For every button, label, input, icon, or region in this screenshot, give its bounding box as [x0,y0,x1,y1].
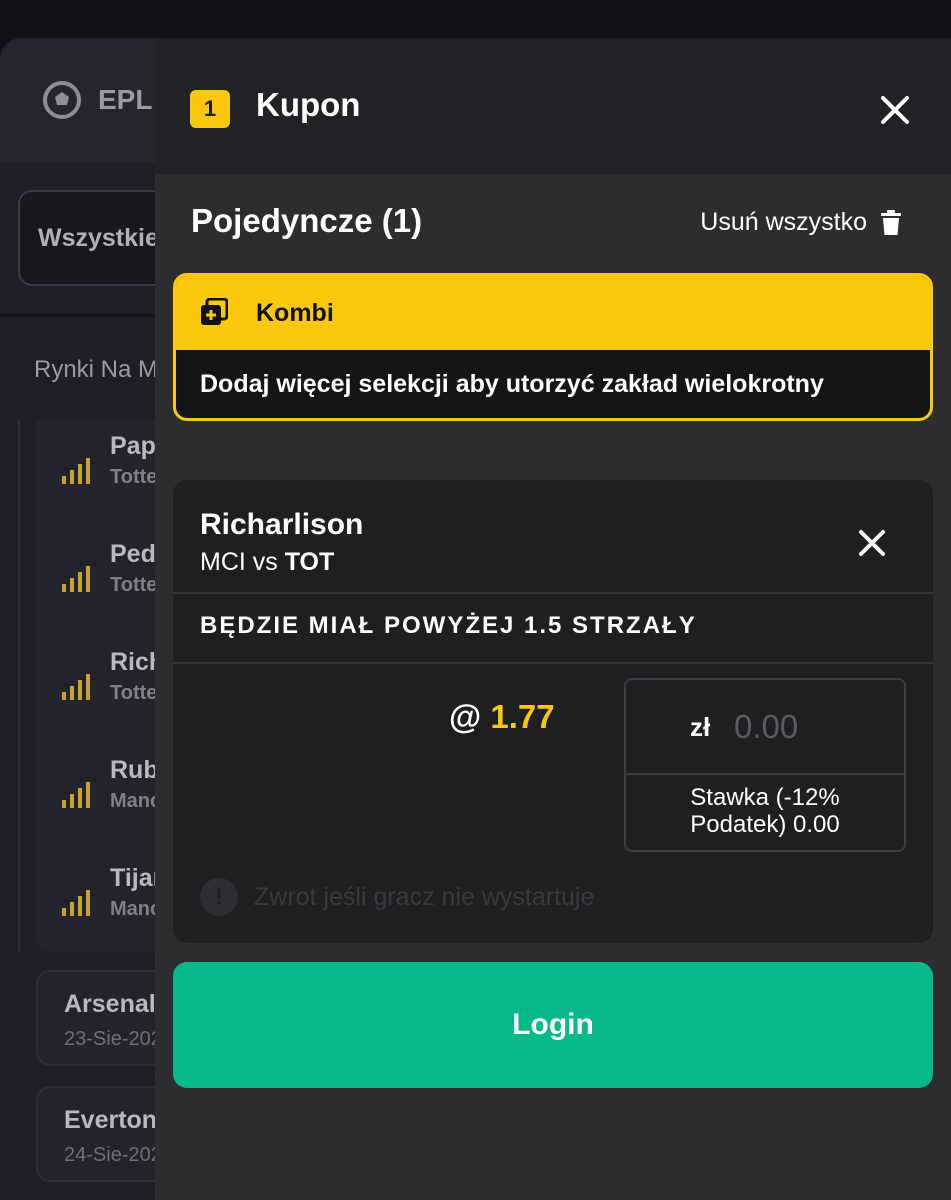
odds-value: 1.77 [490,698,555,735]
refund-option[interactable]: ! Zwrot jeśli gracz nie wystartuje [200,878,594,916]
selection-match: MCI vs TOT [200,548,334,577]
singles-title: Pojedyncze (1) [191,202,423,239]
away-team: TOT [284,548,335,576]
market-name: BĘDZIE MIAŁ POWYŻEJ 1.5 STRZAŁY [200,612,697,639]
match-name: Everton [64,1106,158,1134]
signal-bars-icon [62,890,90,916]
stake-tax-info: Stawka (-12% Podatek) 0.00 [626,784,904,838]
info-icon: ! [200,878,238,916]
remove-selection-icon[interactable] [851,522,893,564]
stake-input[interactable] [732,700,892,754]
bet-slip-header: 1 Kupon [155,38,951,174]
selection-card: Richarlison MCI vs TOT BĘDZIE MIAŁ POWYŻ… [173,480,933,943]
close-icon[interactable] [873,88,917,132]
divider [173,592,933,594]
stake-box: zł Stawka (-12% Podatek) 0.00 [624,678,906,852]
signal-bars-icon [62,458,90,484]
vs-label: vs [252,548,278,576]
refund-text: Zwrot jeśli gracz nie wystartuje [254,882,595,911]
signal-bars-icon [62,782,90,808]
league-label[interactable]: EPL [98,84,152,116]
kombi-label: Kombi [256,299,334,327]
odds-display: @ 1.77 [449,698,555,736]
signal-bars-icon [62,566,90,592]
add-multiple-icon [201,298,228,325]
bet-slip-title: Kupon [256,86,361,123]
bet-count-badge: 1 [190,90,230,128]
trash-icon [881,209,901,235]
stake-tax-line: Podatek) 0.00 [690,811,840,838]
selection-player: Richarlison [200,508,364,541]
currency-label: zł [690,712,711,742]
home-team: MCI [200,548,246,576]
login-button[interactable]: Login [173,962,933,1088]
remove-all-label: Usuń wszystko [700,208,867,236]
stake-input-row: zł [626,680,904,775]
signal-bars-icon [62,674,90,700]
market-filter-label: Wszystkie [38,224,159,252]
kombi-header: Kombi [176,276,930,350]
match-name: Arsenal [64,990,156,1018]
football-icon [43,81,81,119]
stake-tax-line: Stawka (-12% [690,784,840,811]
kombi-message: Dodaj więcej selekcji aby utorzyć zakład… [200,370,824,398]
kombi-notice: Kombi Dodaj więcej selekcji aby utorzyć … [173,273,933,421]
odds-prefix: @ [449,698,482,735]
bet-slip-panel: 1 Kupon Pojedyncze (1) Usuń wszystko Kom… [155,38,951,1200]
divider [173,662,933,664]
remove-all-button[interactable]: Usuń wszystko [700,208,901,237]
